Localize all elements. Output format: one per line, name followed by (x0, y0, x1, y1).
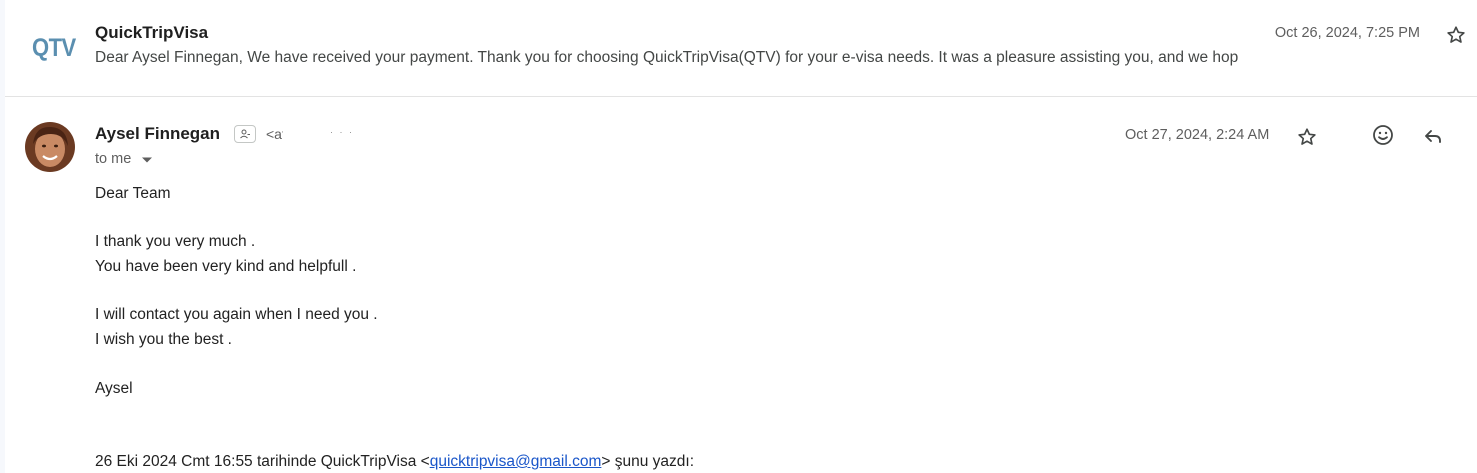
message-date: Oct 26, 2024, 7:25 PM (1274, 25, 1420, 41)
star-icon[interactable] (1296, 126, 1318, 148)
quote-header: 26 Eki 2024 Cmt 16:55 tarihinde QuickTri… (95, 453, 694, 471)
body-line: I thank you very much . (95, 233, 256, 250)
contact-card-icon[interactable] (234, 125, 256, 143)
body-line: Dear Team (95, 185, 171, 202)
sender-avatar[interactable] (25, 122, 75, 172)
redaction-marks: · · · (330, 127, 354, 137)
message-snippet[interactable]: Dear Aysel Finnegan, We have received yo… (95, 49, 1238, 67)
quote-prefix: 26 Eki 2024 Cmt 16:55 tarihinde QuickTri… (95, 453, 430, 470)
body-line: I wish you the best . (95, 331, 232, 348)
reply-icon[interactable] (1421, 124, 1445, 148)
collapsed-message[interactable]: QTV QuickTripVisa Dear Aysel Finnegan, W… (5, 0, 1477, 97)
body-line: I will contact you again when I need you… (95, 306, 378, 323)
sender-name[interactable]: Aysel Finnegan (95, 124, 220, 144)
emoji-reaction-icon[interactable] (1371, 123, 1395, 147)
caret-down-icon[interactable] (141, 156, 153, 164)
star-icon[interactable] (1445, 24, 1467, 46)
message-date: Oct 27, 2024, 2:24 AM (1125, 127, 1270, 143)
quote-suffix: > şunu yazdı: (601, 453, 695, 470)
sender-logo: QTV (32, 33, 76, 62)
body-line: You have been very kind and helpfull . (95, 258, 357, 275)
recipient-label[interactable]: to me (95, 151, 131, 167)
signature: Aysel (95, 380, 133, 397)
sender-name[interactable]: QuickTripVisa (95, 23, 208, 43)
quote-email-link[interactable]: quicktripvisa@gmail.com (430, 453, 602, 470)
